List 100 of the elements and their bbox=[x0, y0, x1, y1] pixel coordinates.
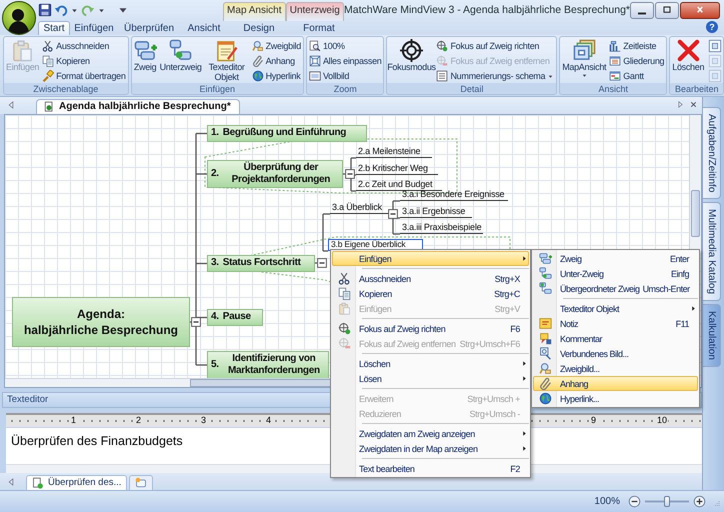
document-tab[interactable]: Agenda halbjährliche Besprechung* bbox=[36, 98, 240, 114]
topic-node[interactable]: 2. Überprüfung der Projektanforderungen bbox=[207, 160, 343, 188]
brush-icon bbox=[42, 70, 54, 82]
topic-node[interactable]: 3. Status Fortschritt bbox=[207, 254, 315, 272]
side-tab[interactable]: Multimedia Katalog bbox=[703, 202, 721, 302]
ribbon-button[interactable]: Anhang bbox=[250, 54, 302, 68]
collapse-icon[interactable] bbox=[191, 316, 201, 327]
collapse-icon[interactable] bbox=[345, 168, 355, 179]
close-button[interactable] bbox=[680, 2, 720, 18]
zoom-icon bbox=[308, 40, 321, 52]
editor-tab[interactable]: Überprüfen des... bbox=[26, 474, 128, 490]
zoom-out-button[interactable] bbox=[628, 495, 641, 508]
ribbon-tab[interactable]: Design bbox=[228, 21, 290, 35]
submenu-arrow-icon bbox=[520, 255, 528, 262]
maximize-button[interactable] bbox=[655, 2, 679, 18]
outline-icon bbox=[609, 55, 622, 67]
clipboard-icon bbox=[11, 39, 34, 62]
menu-item[interactable]: Verbundenes Bild... bbox=[533, 346, 698, 361]
side-tab[interactable]: Kalkulation bbox=[703, 304, 721, 368]
ribbon-button[interactable]: Ausschneiden bbox=[41, 39, 127, 53]
menu-item[interactable]: Zweigdaten am Zweig anzeigen bbox=[332, 426, 529, 441]
menu-item[interactable]: Kopieren Strg+C bbox=[332, 286, 529, 301]
menu-item[interactable]: Lösen bbox=[332, 371, 529, 386]
ribbon-button[interactable]: Format übertragen bbox=[41, 69, 127, 83]
ribbon-button[interactable]: 100% bbox=[308, 39, 382, 53]
menu-item[interactable]: Übergeordneter Zweig Umsch-Enter bbox=[533, 281, 698, 296]
menu-item[interactable]: Zweigbild... bbox=[533, 361, 698, 376]
ribbon-button[interactable]: Fokusmodus bbox=[388, 39, 434, 72]
menu-item[interactable]: Anhang bbox=[533, 376, 698, 391]
menu-item[interactable]: Texteditor Objekt bbox=[533, 301, 698, 316]
help-button[interactable]: ? bbox=[706, 21, 718, 33]
menu-item[interactable]: Zweigdaten in der Map anzeigen bbox=[332, 441, 529, 456]
submenu-arrow-icon bbox=[520, 430, 528, 437]
subtopic[interactable]: 3.b Eigene Überblick bbox=[328, 238, 423, 251]
globe-icon bbox=[252, 70, 264, 82]
ribbon-tab[interactable]: Ansicht bbox=[180, 21, 228, 35]
copy-icon bbox=[338, 287, 350, 300]
ribbon-button[interactable]: Alles einpassen bbox=[308, 54, 382, 68]
ruler-number: 2 bbox=[135, 414, 142, 426]
branch-icon bbox=[538, 282, 552, 295]
ribbon-button[interactable]: Gliederung bbox=[608, 54, 666, 68]
note-icon bbox=[538, 317, 552, 330]
ruler-number: 10 bbox=[656, 414, 668, 426]
menu-item[interactable]: Kommentar bbox=[533, 331, 698, 346]
menu-item[interactable]: Zweig Enter bbox=[533, 251, 698, 266]
group-label: Zoom bbox=[306, 83, 384, 94]
ribbon-button[interactable]: Hyperlink bbox=[250, 69, 302, 83]
ribbon-button[interactable]: Zweig bbox=[132, 39, 158, 72]
ribbon-button[interactable]: Unterzweig bbox=[158, 39, 203, 72]
subtopic[interactable]: 3.a.ii Ergebnisse bbox=[400, 204, 472, 218]
minimize-button[interactable] bbox=[630, 2, 654, 18]
scroll-left-icon bbox=[6, 476, 16, 487]
menu-item[interactable]: Unter-Zweig Einfg bbox=[533, 266, 698, 281]
menu-item[interactable]: Löschen bbox=[332, 356, 529, 371]
ribbon-button[interactable]: Zweigbild bbox=[250, 39, 302, 53]
collapse-icon[interactable] bbox=[388, 208, 398, 219]
ribbon-tab[interactable]: Format bbox=[290, 21, 348, 35]
ribbon-button[interactable]: Gantt bbox=[608, 69, 666, 83]
save-icon[interactable] bbox=[38, 3, 52, 17]
editor-tab[interactable] bbox=[129, 474, 154, 490]
ribbon-button[interactable]: Fokus auf Zweig richten bbox=[435, 39, 556, 53]
ribbon-button[interactable]: Kopieren bbox=[41, 54, 127, 68]
submenu-arrow-icon bbox=[520, 445, 528, 452]
menu-item[interactable]: Ausschneiden Strg+X bbox=[332, 271, 529, 286]
subtopic[interactable]: 2.c Zeit und Budget bbox=[356, 178, 442, 191]
ribbon-tab[interactable]: Start bbox=[38, 21, 70, 35]
menu-item[interactable]: Hyperlink... bbox=[533, 391, 698, 406]
ruler-number: 4 bbox=[265, 414, 272, 426]
ribbon-tab[interactable]: Einfügen bbox=[70, 21, 118, 35]
menu-item[interactable]: Notiz F11 bbox=[533, 316, 698, 331]
ribbon-button[interactable]: Texteditor Objekt bbox=[204, 39, 250, 82]
subbranch-icon bbox=[169, 39, 192, 62]
subtopic[interactable]: 3.a.i Besondere Ereignisse bbox=[400, 188, 508, 201]
branch-icon bbox=[538, 252, 552, 265]
target-icon bbox=[338, 337, 350, 350]
menu-item[interactable]: Fokus auf Zweig richten F6 bbox=[332, 321, 529, 336]
zoom-in-button[interactable] bbox=[693, 495, 706, 508]
subtopic[interactable]: 3.a.iii Praxisbeispiele bbox=[400, 220, 484, 234]
topic-node[interactable]: 1. Begrüßung und Einführung bbox=[207, 124, 367, 142]
subtopic[interactable]: 2.b Kritischer Weg bbox=[356, 162, 438, 175]
ribbon-button[interactable]: MapAnsicht bbox=[561, 39, 608, 79]
target-icon bbox=[400, 39, 423, 62]
ribbon-button[interactable]: Zeitleiste bbox=[608, 39, 666, 53]
collapse-icon[interactable] bbox=[317, 258, 327, 268]
ribbon-button[interactable]: Löschen bbox=[671, 39, 706, 72]
menu-item[interactable]: Einfügen bbox=[332, 251, 529, 266]
paperclip-icon bbox=[538, 377, 552, 390]
topic-node[interactable]: 4. Pause bbox=[207, 308, 263, 326]
application-button[interactable] bbox=[2, 1, 36, 35]
ribbon-button[interactable]: Vollbild bbox=[308, 69, 382, 83]
side-tab[interactable]: Aufgaben/Zeitinfo bbox=[703, 107, 721, 200]
image-icon bbox=[538, 347, 552, 360]
central-topic[interactable]: Agenda: halbjährliche Besprechung bbox=[12, 296, 190, 347]
new-tab-icon bbox=[135, 476, 148, 489]
ribbon-tab[interactable]: Überprüfen bbox=[118, 21, 180, 35]
minimize-icon bbox=[637, 12, 647, 14]
contextual-tab-header: Map Ansicht bbox=[223, 2, 286, 20]
undo-icon[interactable] bbox=[54, 3, 68, 17]
ribbon-button[interactable]: Nummerierungs- schema bbox=[435, 69, 556, 83]
subtopic[interactable]: 2.a Meilensteine bbox=[356, 144, 432, 158]
